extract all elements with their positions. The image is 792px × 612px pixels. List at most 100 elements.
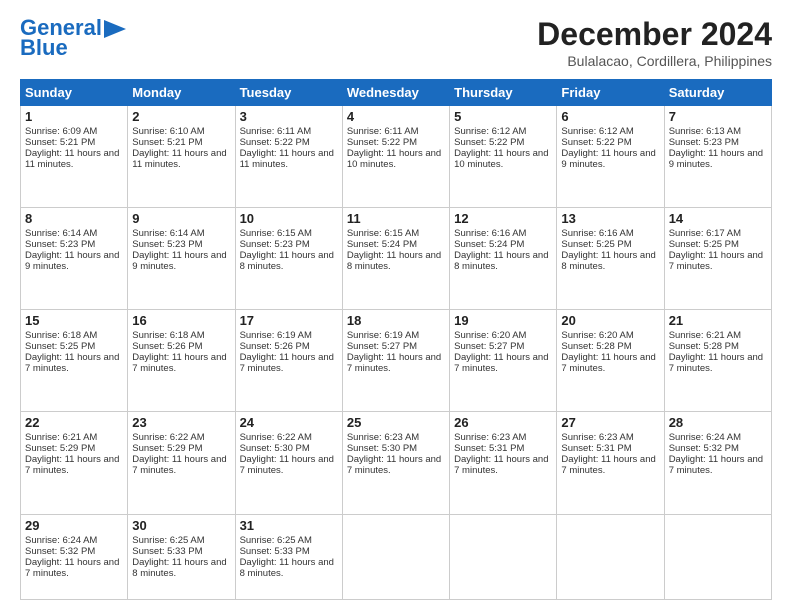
table-row: 12 Sunrise: 6:16 AM Sunset: 5:24 PM Dayl… [450, 208, 557, 310]
sunrise-label: Sunrise: 6:21 AM [669, 330, 741, 341]
sunrise-label: Sunrise: 6:16 AM [561, 228, 633, 239]
table-row [342, 514, 449, 600]
col-sunday: Sunday [21, 80, 128, 106]
sunrise-label: Sunrise: 6:14 AM [132, 228, 204, 239]
col-tuesday: Tuesday [235, 80, 342, 106]
day-number: 20 [561, 313, 659, 328]
day-number: 21 [669, 313, 767, 328]
sunset-label: Sunset: 5:29 PM [25, 443, 95, 454]
day-number: 30 [132, 518, 230, 533]
table-row: 16 Sunrise: 6:18 AM Sunset: 5:26 PM Dayl… [128, 310, 235, 412]
day-number: 18 [347, 313, 445, 328]
sunset-label: Sunset: 5:31 PM [561, 443, 631, 454]
logo-arrow-icon [104, 20, 126, 38]
sunrise-label: Sunrise: 6:19 AM [347, 330, 419, 341]
daylight-label: Daylight: 11 hours and 7 minutes. [669, 454, 763, 476]
sunset-label: Sunset: 5:32 PM [25, 546, 95, 557]
calendar: Sunday Monday Tuesday Wednesday Thursday… [20, 79, 772, 600]
table-row: 24 Sunrise: 6:22 AM Sunset: 5:30 PM Dayl… [235, 412, 342, 514]
sunrise-label: Sunrise: 6:11 AM [240, 126, 312, 137]
calendar-week-row: 15 Sunrise: 6:18 AM Sunset: 5:25 PM Dayl… [21, 310, 772, 412]
sunrise-label: Sunrise: 6:25 AM [132, 535, 204, 546]
table-row: 13 Sunrise: 6:16 AM Sunset: 5:25 PM Dayl… [557, 208, 664, 310]
sunrise-label: Sunrise: 6:09 AM [25, 126, 97, 137]
daylight-label: Daylight: 11 hours and 9 minutes. [669, 148, 763, 170]
table-row: 28 Sunrise: 6:24 AM Sunset: 5:32 PM Dayl… [664, 412, 771, 514]
table-row: 4 Sunrise: 6:11 AM Sunset: 5:22 PM Dayli… [342, 106, 449, 208]
month-title: December 2024 [537, 16, 772, 53]
day-number: 24 [240, 415, 338, 430]
sunrise-label: Sunrise: 6:18 AM [132, 330, 204, 341]
table-row [664, 514, 771, 600]
daylight-label: Daylight: 11 hours and 10 minutes. [454, 148, 548, 170]
table-row: 27 Sunrise: 6:23 AM Sunset: 5:31 PM Dayl… [557, 412, 664, 514]
day-number: 25 [347, 415, 445, 430]
col-saturday: Saturday [664, 80, 771, 106]
daylight-label: Daylight: 11 hours and 9 minutes. [132, 250, 226, 272]
day-number: 27 [561, 415, 659, 430]
day-number: 19 [454, 313, 552, 328]
sunset-label: Sunset: 5:23 PM [25, 239, 95, 250]
table-row: 6 Sunrise: 6:12 AM Sunset: 5:22 PM Dayli… [557, 106, 664, 208]
table-row: 30 Sunrise: 6:25 AM Sunset: 5:33 PM Dayl… [128, 514, 235, 600]
day-number: 14 [669, 211, 767, 226]
sunrise-label: Sunrise: 6:20 AM [454, 330, 526, 341]
table-row: 19 Sunrise: 6:20 AM Sunset: 5:27 PM Dayl… [450, 310, 557, 412]
sunset-label: Sunset: 5:33 PM [240, 546, 310, 557]
sunrise-label: Sunrise: 6:21 AM [25, 432, 97, 443]
daylight-label: Daylight: 11 hours and 7 minutes. [25, 352, 119, 374]
sunset-label: Sunset: 5:28 PM [561, 341, 631, 352]
sunset-label: Sunset: 5:23 PM [240, 239, 310, 250]
sunrise-label: Sunrise: 6:12 AM [561, 126, 633, 137]
day-number: 1 [25, 109, 123, 124]
table-row: 1 Sunrise: 6:09 AM Sunset: 5:21 PM Dayli… [21, 106, 128, 208]
daylight-label: Daylight: 11 hours and 7 minutes. [240, 352, 334, 374]
sunset-label: Sunset: 5:21 PM [132, 137, 202, 148]
day-number: 9 [132, 211, 230, 226]
sunrise-label: Sunrise: 6:11 AM [347, 126, 419, 137]
day-number: 3 [240, 109, 338, 124]
table-row: 17 Sunrise: 6:19 AM Sunset: 5:26 PM Dayl… [235, 310, 342, 412]
sunset-label: Sunset: 5:25 PM [25, 341, 95, 352]
sunrise-label: Sunrise: 6:16 AM [454, 228, 526, 239]
table-row: 29 Sunrise: 6:24 AM Sunset: 5:32 PM Dayl… [21, 514, 128, 600]
daylight-label: Daylight: 11 hours and 11 minutes. [132, 148, 226, 170]
table-row: 3 Sunrise: 6:11 AM Sunset: 5:22 PM Dayli… [235, 106, 342, 208]
sunrise-label: Sunrise: 6:22 AM [132, 432, 204, 443]
day-number: 13 [561, 211, 659, 226]
table-row: 9 Sunrise: 6:14 AM Sunset: 5:23 PM Dayli… [128, 208, 235, 310]
daylight-label: Daylight: 11 hours and 8 minutes. [347, 250, 441, 272]
daylight-label: Daylight: 11 hours and 7 minutes. [132, 352, 226, 374]
table-row: 22 Sunrise: 6:21 AM Sunset: 5:29 PM Dayl… [21, 412, 128, 514]
sunset-label: Sunset: 5:22 PM [454, 137, 524, 148]
sunrise-label: Sunrise: 6:10 AM [132, 126, 204, 137]
sunrise-label: Sunrise: 6:20 AM [561, 330, 633, 341]
daylight-label: Daylight: 11 hours and 7 minutes. [25, 454, 119, 476]
day-number: 16 [132, 313, 230, 328]
table-row: 2 Sunrise: 6:10 AM Sunset: 5:21 PM Dayli… [128, 106, 235, 208]
sunset-label: Sunset: 5:27 PM [454, 341, 524, 352]
sunrise-label: Sunrise: 6:23 AM [347, 432, 419, 443]
sunrise-label: Sunrise: 6:13 AM [669, 126, 741, 137]
daylight-label: Daylight: 11 hours and 8 minutes. [240, 250, 334, 272]
sunset-label: Sunset: 5:31 PM [454, 443, 524, 454]
daylight-label: Daylight: 11 hours and 9 minutes. [561, 148, 655, 170]
daylight-label: Daylight: 11 hours and 7 minutes. [347, 352, 441, 374]
day-number: 17 [240, 313, 338, 328]
table-row: 26 Sunrise: 6:23 AM Sunset: 5:31 PM Dayl… [450, 412, 557, 514]
table-row [557, 514, 664, 600]
table-row: 14 Sunrise: 6:17 AM Sunset: 5:25 PM Dayl… [664, 208, 771, 310]
table-row: 8 Sunrise: 6:14 AM Sunset: 5:23 PM Dayli… [21, 208, 128, 310]
day-number: 5 [454, 109, 552, 124]
day-number: 8 [25, 211, 123, 226]
calendar-week-row: 29 Sunrise: 6:24 AM Sunset: 5:32 PM Dayl… [21, 514, 772, 600]
table-row: 15 Sunrise: 6:18 AM Sunset: 5:25 PM Dayl… [21, 310, 128, 412]
calendar-week-row: 8 Sunrise: 6:14 AM Sunset: 5:23 PM Dayli… [21, 208, 772, 310]
day-number: 2 [132, 109, 230, 124]
daylight-label: Daylight: 11 hours and 10 minutes. [347, 148, 441, 170]
table-row: 21 Sunrise: 6:21 AM Sunset: 5:28 PM Dayl… [664, 310, 771, 412]
daylight-label: Daylight: 11 hours and 7 minutes. [561, 352, 655, 374]
day-number: 4 [347, 109, 445, 124]
logo-blue: Blue [20, 36, 68, 60]
day-number: 12 [454, 211, 552, 226]
